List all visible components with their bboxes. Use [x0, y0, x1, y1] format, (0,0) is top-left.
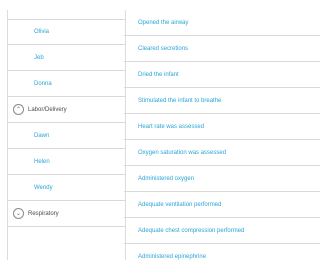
staff-item-dawn[interactable]: Dawn — [8, 123, 125, 149]
action-label: Heart rate was assessed — [138, 123, 205, 130]
action-label: Opened the airway — [138, 19, 189, 26]
action-item[interactable]: Cleared secretions — [124, 36, 320, 62]
actions-list-panel: Opened the airway Cleared secretions Dri… — [124, 10, 324, 260]
action-item[interactable]: Oxygen saturation was assessed — [124, 140, 320, 166]
action-label: Oxygen saturation was assessed — [138, 149, 227, 156]
staff-item-label: Jeb — [34, 54, 44, 61]
action-label: Administered oxygen — [138, 175, 195, 182]
action-item[interactable]: Adequate ventilation performed — [124, 192, 320, 218]
staff-item-olivia[interactable]: Olivia — [8, 19, 125, 45]
group-header-label: Labor/Delivery — [28, 106, 67, 113]
staff-item-wendy[interactable]: Wendy — [8, 175, 125, 201]
action-item[interactable]: Heart rate was assessed — [124, 114, 320, 140]
chevron-down-icon[interactable]: ⌄ — [13, 208, 24, 219]
action-item[interactable]: Administered epinephrine — [124, 244, 320, 270]
group-header-respiratory[interactable]: ⌄ Respiratory — [8, 201, 125, 227]
group-header-label: Respiratory — [28, 210, 59, 217]
staff-item-label: Olivia — [34, 29, 50, 35]
action-label: Cleared secretions — [138, 45, 189, 52]
staff-item-jeb[interactable]: Jeb — [8, 45, 125, 71]
group-header-labor-delivery[interactable]: ⌃ Labor/Delivery — [8, 97, 125, 123]
staff-item-label: Dawn — [34, 132, 50, 139]
action-label: Stimulated the infant to breathe — [138, 97, 222, 104]
staff-item-donna[interactable]: Donna — [8, 71, 125, 97]
action-label: Dried the infant — [138, 71, 179, 78]
action-label: Administered epinephrine — [138, 254, 207, 260]
action-item[interactable]: Adequate chest compression performed — [124, 218, 320, 244]
staff-item-label: Helen — [34, 158, 50, 165]
action-item[interactable]: Administered oxygen — [124, 166, 320, 192]
action-label: Adequate ventilation performed — [138, 201, 222, 208]
staff-list-panel: Olivia Jeb Donna ⌃ Labor/Delivery Dawn H… — [7, 10, 126, 260]
action-item[interactable]: Opened the airway — [124, 10, 320, 36]
action-label: Adequate chest compression performed — [138, 227, 245, 234]
staff-item-label: Donna — [34, 80, 52, 87]
staff-item-label: Wendy — [34, 184, 53, 191]
staff-item-helen[interactable]: Helen — [8, 149, 125, 175]
action-item[interactable]: Stimulated the infant to breathe — [124, 88, 320, 114]
chevron-up-icon[interactable]: ⌃ — [13, 104, 24, 115]
action-item[interactable]: Dried the infant — [124, 62, 320, 88]
